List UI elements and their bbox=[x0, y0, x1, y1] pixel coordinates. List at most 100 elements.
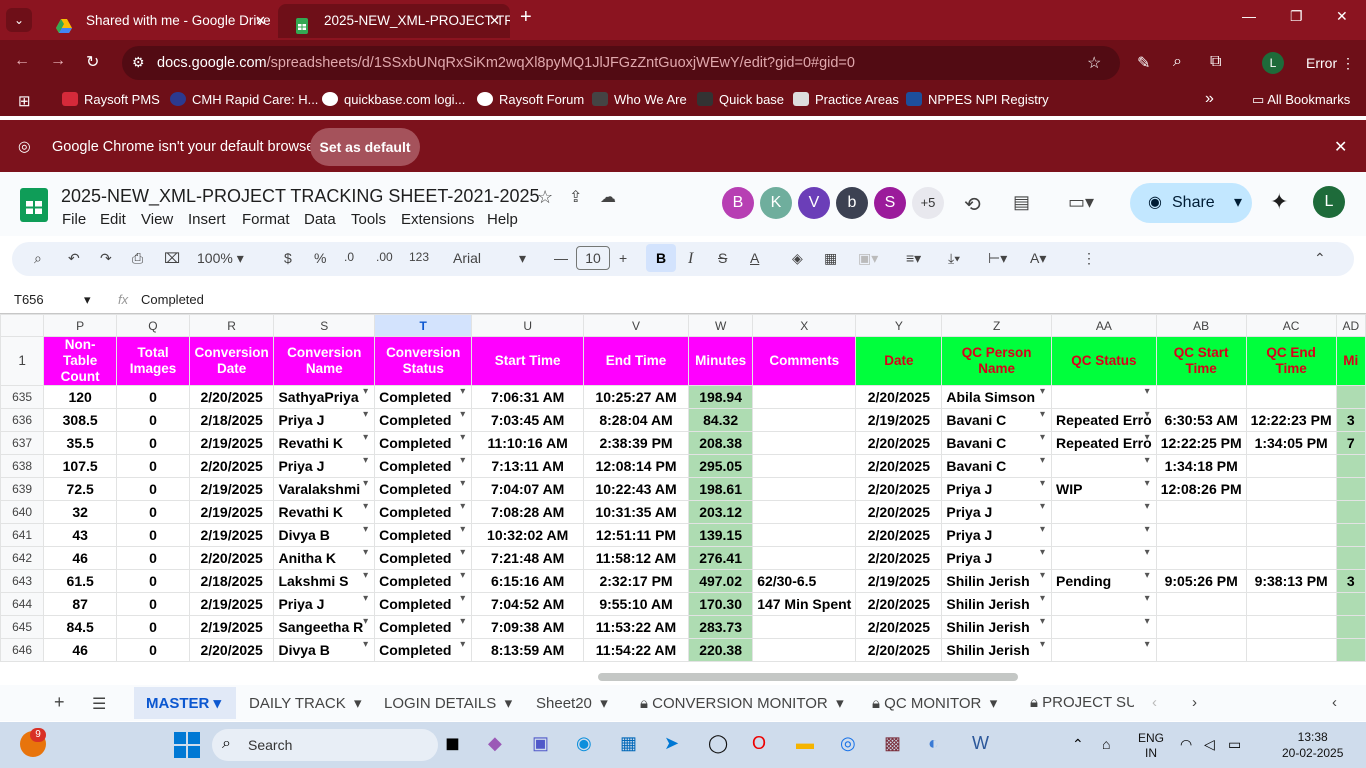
bookmark-quickbase-login[interactable]: quickbase.com logi... bbox=[322, 92, 465, 107]
header-cell[interactable]: Non-Table Count bbox=[43, 336, 118, 386]
show-hidden-icons[interactable]: ⌃ bbox=[1072, 736, 1084, 753]
cell[interactable]: 61.5 bbox=[43, 569, 118, 593]
error-button[interactable]: Error ⋮ bbox=[1294, 48, 1358, 78]
column-header[interactable]: AD bbox=[1335, 314, 1366, 337]
cell[interactable] bbox=[1050, 385, 1157, 409]
cell[interactable]: 0 bbox=[116, 523, 190, 547]
close-tab-icon[interactable]: ✕ bbox=[489, 4, 500, 38]
app-taskbar-icon[interactable]: ◐ bbox=[928, 733, 939, 754]
cell[interactable]: 84.32 bbox=[688, 408, 754, 432]
history-icon[interactable]: ⟲ bbox=[964, 192, 981, 217]
cell[interactable]: 7:09:38 AM bbox=[471, 615, 584, 639]
header-cell[interactable]: Mi bbox=[1335, 336, 1366, 386]
cell[interactable]: Priya J bbox=[273, 592, 376, 616]
row-number[interactable]: 641 bbox=[0, 523, 45, 547]
cell[interactable]: 3 bbox=[1335, 408, 1366, 432]
search-menus-icon[interactable]: ⌕ bbox=[34, 250, 42, 267]
cell[interactable] bbox=[1335, 454, 1366, 478]
bookmark-star-icon[interactable]: ☆ bbox=[1087, 53, 1101, 73]
edge-icon[interactable]: ◉ bbox=[576, 733, 592, 754]
cell[interactable] bbox=[752, 431, 857, 455]
taskbar-search[interactable]: ⌕ Search bbox=[212, 729, 438, 761]
cell[interactable]: 2/18/2025 bbox=[188, 569, 275, 593]
cell[interactable]: 2/20/2025 bbox=[188, 454, 275, 478]
cell[interactable]: 107.5 bbox=[43, 454, 118, 478]
cell[interactable]: 2/19/2025 bbox=[188, 523, 275, 547]
cell[interactable]: 12:22:25 PM bbox=[1155, 431, 1247, 455]
number-format-button[interactable]: 123 bbox=[409, 250, 429, 264]
more-bookmarks-icon[interactable]: » bbox=[1205, 90, 1214, 108]
cell[interactable]: 0 bbox=[116, 638, 190, 662]
cell[interactable]: 87 bbox=[43, 592, 118, 616]
cell[interactable]: 497.02 bbox=[688, 569, 754, 593]
all-bookmarks[interactable]: ▭ All Bookmarks bbox=[1252, 92, 1350, 108]
cell[interactable]: Bavani C bbox=[941, 454, 1052, 478]
cell[interactable]: WIP bbox=[1050, 477, 1157, 501]
sheet-tab-project-su[interactable]: 🔒︎ PROJECT SU bbox=[1030, 694, 1134, 711]
font-size-input[interactable]: 10 bbox=[576, 246, 610, 270]
menu-file[interactable]: File bbox=[62, 211, 86, 228]
cell[interactable]: 6:15:16 AM bbox=[471, 569, 584, 593]
menu-data[interactable]: Data bbox=[304, 211, 336, 228]
cell[interactable]: Revathi K bbox=[273, 500, 376, 524]
print-icon[interactable]: ⎙ bbox=[132, 250, 143, 267]
scroll-tabs-left-icon[interactable]: ‹ bbox=[1152, 694, 1157, 711]
header-cell[interactable]: Comments bbox=[752, 336, 857, 386]
collaborator-avatar[interactable]: K bbox=[760, 187, 792, 219]
cell[interactable] bbox=[1245, 385, 1337, 409]
move-icon[interactable]: ⇪ bbox=[569, 187, 582, 207]
cell[interactable]: Completed bbox=[374, 477, 473, 501]
row-number[interactable]: 644 bbox=[0, 592, 45, 616]
column-header[interactable]: V bbox=[582, 314, 690, 337]
menu-view[interactable]: View bbox=[141, 211, 173, 228]
copilot-icon[interactable]: ◆ bbox=[488, 733, 502, 754]
sheet-tab-master[interactable]: MASTER ▾ bbox=[134, 687, 236, 719]
cell[interactable]: Bavani C bbox=[941, 431, 1052, 455]
cell[interactable]: 2/20/2025 bbox=[855, 500, 943, 524]
cell[interactable]: 8:13:59 AM bbox=[471, 638, 584, 662]
cell[interactable]: Sangeetha R bbox=[273, 615, 376, 639]
row-number[interactable]: 638 bbox=[0, 454, 45, 478]
cell[interactable]: 2/20/2025 bbox=[188, 546, 275, 570]
cell[interactable]: Completed bbox=[374, 500, 473, 524]
cell[interactable] bbox=[1050, 546, 1157, 570]
tab-sheets[interactable]: 2025-NEW_XML-PROJECT TRAC ✕ bbox=[278, 4, 510, 38]
menu-insert[interactable]: Insert bbox=[188, 211, 226, 228]
cell[interactable]: 11:54:22 AM bbox=[582, 638, 690, 662]
cell[interactable]: Anitha K bbox=[273, 546, 376, 570]
text-color-button[interactable]: A bbox=[750, 250, 759, 266]
sheets-logo-icon[interactable] bbox=[20, 188, 48, 222]
cell[interactable]: Priya J bbox=[941, 477, 1052, 501]
tab-search-button[interactable]: ⌄ bbox=[6, 8, 32, 32]
header-cell[interactable]: QC Status bbox=[1050, 336, 1157, 386]
sheet-tab-login-details[interactable]: LOGIN DETAILS ▾ bbox=[384, 694, 512, 712]
borders-icon[interactable]: ▦ bbox=[824, 250, 837, 267]
cell[interactable]: 147 Min Spent bbox=[752, 592, 857, 616]
cell[interactable]: 208.38 bbox=[688, 431, 754, 455]
profile-avatar[interactable]: L bbox=[1262, 52, 1284, 74]
sheet-tab-qc-monitor[interactable]: 🔒︎ QC MONITOR ▾ bbox=[872, 694, 997, 712]
cell[interactable]: 84.5 bbox=[43, 615, 118, 639]
column-header[interactable]: U bbox=[471, 314, 584, 337]
cell[interactable]: 198.94 bbox=[688, 385, 754, 409]
column-header[interactable]: Q bbox=[116, 314, 190, 337]
gemini-icon[interactable]: ✦ bbox=[1270, 189, 1288, 215]
close-infobar-icon[interactable]: ✕ bbox=[1334, 137, 1347, 157]
cell[interactable]: 10:31:35 AM bbox=[582, 500, 690, 524]
dell-icon[interactable]: ◯ bbox=[708, 733, 728, 754]
comments-icon[interactable]: ▤ bbox=[1013, 192, 1030, 213]
apps-icon[interactable]: ⊞ bbox=[18, 92, 31, 110]
cell[interactable] bbox=[752, 500, 857, 524]
cell[interactable] bbox=[1335, 385, 1366, 409]
maximize-icon[interactable]: ❐ bbox=[1290, 8, 1303, 25]
cell[interactable]: Completed bbox=[374, 408, 473, 432]
meet-icon[interactable]: ▭▾ bbox=[1068, 192, 1094, 213]
cloud-status-icon[interactable]: ☁ bbox=[600, 187, 616, 207]
header-cell[interactable]: Conversion Status bbox=[374, 336, 473, 386]
sheet-tab-conversion-monitor[interactable]: 🔒︎ CONVERSION MONITOR ▾ bbox=[640, 694, 844, 712]
cell[interactable] bbox=[1335, 500, 1366, 524]
cell[interactable]: 10:22:43 AM bbox=[582, 477, 690, 501]
cell[interactable]: 11:10:16 AM bbox=[471, 431, 584, 455]
menu-extensions[interactable]: Extensions bbox=[401, 211, 474, 228]
decrease-font-icon[interactable]: — bbox=[554, 250, 568, 266]
